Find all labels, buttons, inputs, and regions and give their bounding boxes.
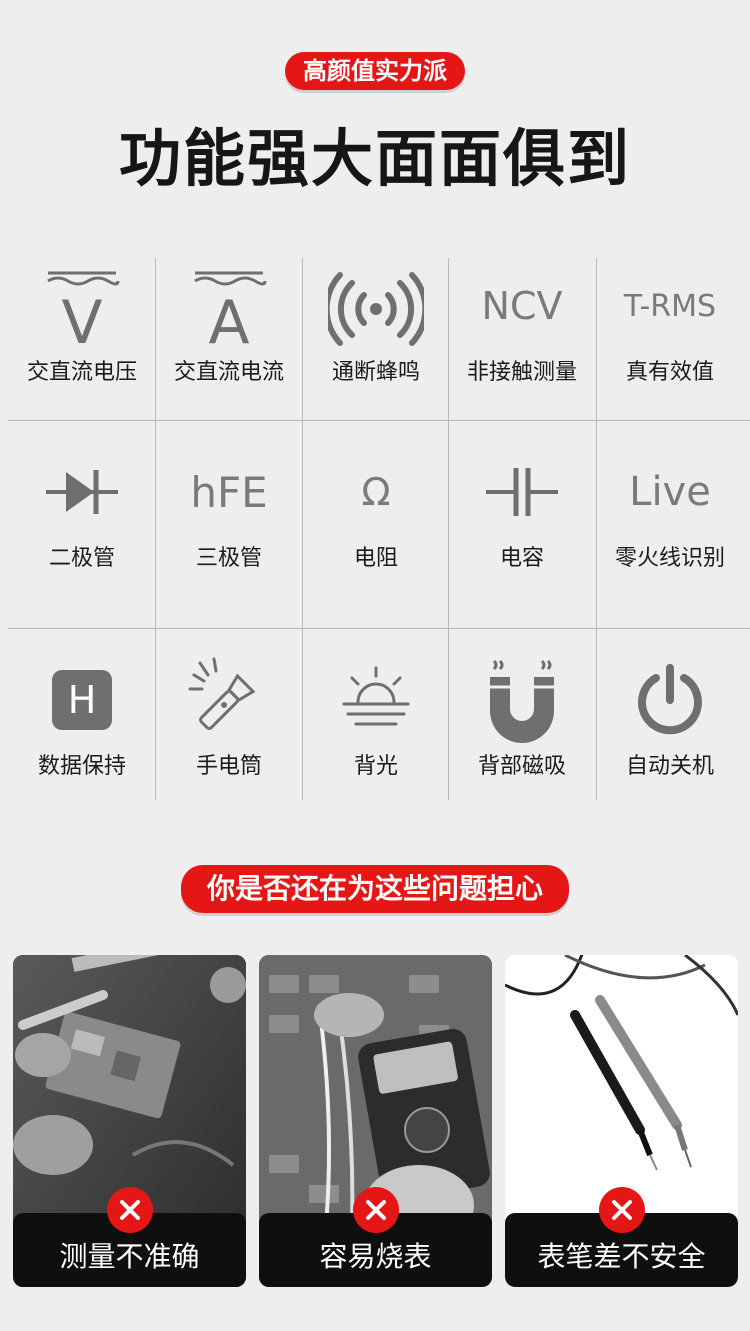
card-caption: 表笔差不安全 — [537, 1240, 706, 1273]
flashlight-icon — [179, 652, 279, 748]
power-icon — [620, 652, 720, 748]
close-icon — [598, 1187, 645, 1233]
divider — [8, 628, 750, 629]
feature-ncv: NCV 非接触测量 — [448, 258, 596, 386]
capacitor-icon — [472, 444, 572, 540]
feature-grid: V 交直流电压 A 交直流电流 通断蜂鸣 NCV 非接触测量 T-RMS 真有效… — [8, 258, 750, 800]
feature-label: 手电筒 — [195, 754, 262, 779]
problem-card: 表笔差不安全 — [505, 955, 738, 1287]
feature-flashlight: 手电筒 — [155, 652, 303, 780]
feature-live: Live 零火线识别 — [596, 444, 744, 572]
feature-label: 交直流电压 — [26, 360, 137, 385]
hfe-icon: hFE — [190, 467, 268, 517]
feature-label: 数据保持 — [37, 754, 126, 779]
svg-text:V: V — [61, 288, 102, 351]
feature-label: 电容 — [499, 546, 544, 571]
feature-label: 背光 — [353, 754, 398, 779]
problems-badge: 你是否还在为这些问题担心 — [180, 865, 570, 913]
feature-label: 自动关机 — [625, 754, 714, 779]
feature-label: 背部磁吸 — [477, 754, 566, 779]
continuity-buzzer-icon — [326, 258, 426, 354]
backlight-icon — [326, 652, 426, 748]
close-icon — [352, 1187, 399, 1233]
svg-text:A: A — [208, 288, 249, 351]
feature-ac-current: A 交直流电流 — [155, 258, 303, 386]
magnet-icon — [472, 652, 572, 748]
feature-label: 非接触测量 — [466, 360, 577, 385]
feature-capacitance: 电容 — [448, 444, 596, 572]
feature-hold: H 数据保持 — [8, 652, 156, 780]
feature-label: 三极管 — [195, 546, 262, 571]
feature-label: 交直流电流 — [173, 360, 284, 385]
ac-voltage-icon: V — [32, 258, 132, 354]
live-icon: Live — [629, 469, 711, 515]
problem-card: 测量不准确 — [13, 955, 246, 1287]
feature-continuity: 通断蜂鸣 — [302, 258, 450, 386]
feature-label: 真有效值 — [625, 360, 714, 385]
ac-current-icon: A — [179, 258, 279, 354]
page-title: 功能强大面面俱到 — [118, 122, 631, 195]
feature-label: 通断蜂鸣 — [331, 360, 420, 385]
hold-icon: H — [32, 652, 132, 748]
card-caption: 测量不准确 — [59, 1240, 200, 1273]
diode-icon — [32, 444, 132, 540]
feature-auto-off: 自动关机 — [596, 652, 744, 780]
feature-hfe: hFE 三极管 — [155, 444, 303, 572]
ohm-icon: Ω — [361, 470, 391, 514]
feature-resistance: Ω 电阻 — [302, 444, 450, 572]
close-icon — [106, 1187, 153, 1233]
feature-magnet: 背部磁吸 — [448, 652, 596, 780]
feature-ac-voltage: V 交直流电压 — [8, 258, 156, 386]
divider — [8, 420, 750, 421]
feature-diode: 二极管 — [8, 444, 156, 572]
feature-backlight: 背光 — [302, 652, 450, 780]
card-caption: 容易烧表 — [319, 1240, 432, 1273]
feature-label: 二极管 — [48, 546, 115, 571]
feature-trms: T-RMS 真有效值 — [596, 258, 744, 386]
problem-card: 容易烧表 — [259, 955, 492, 1287]
feature-label: 零火线识别 — [614, 546, 725, 571]
ncv-icon: NCV — [481, 284, 563, 328]
trms-icon: T-RMS — [623, 288, 717, 324]
feature-label: 电阻 — [353, 546, 398, 571]
feature-badge: 高颜值实力派 — [285, 52, 465, 90]
